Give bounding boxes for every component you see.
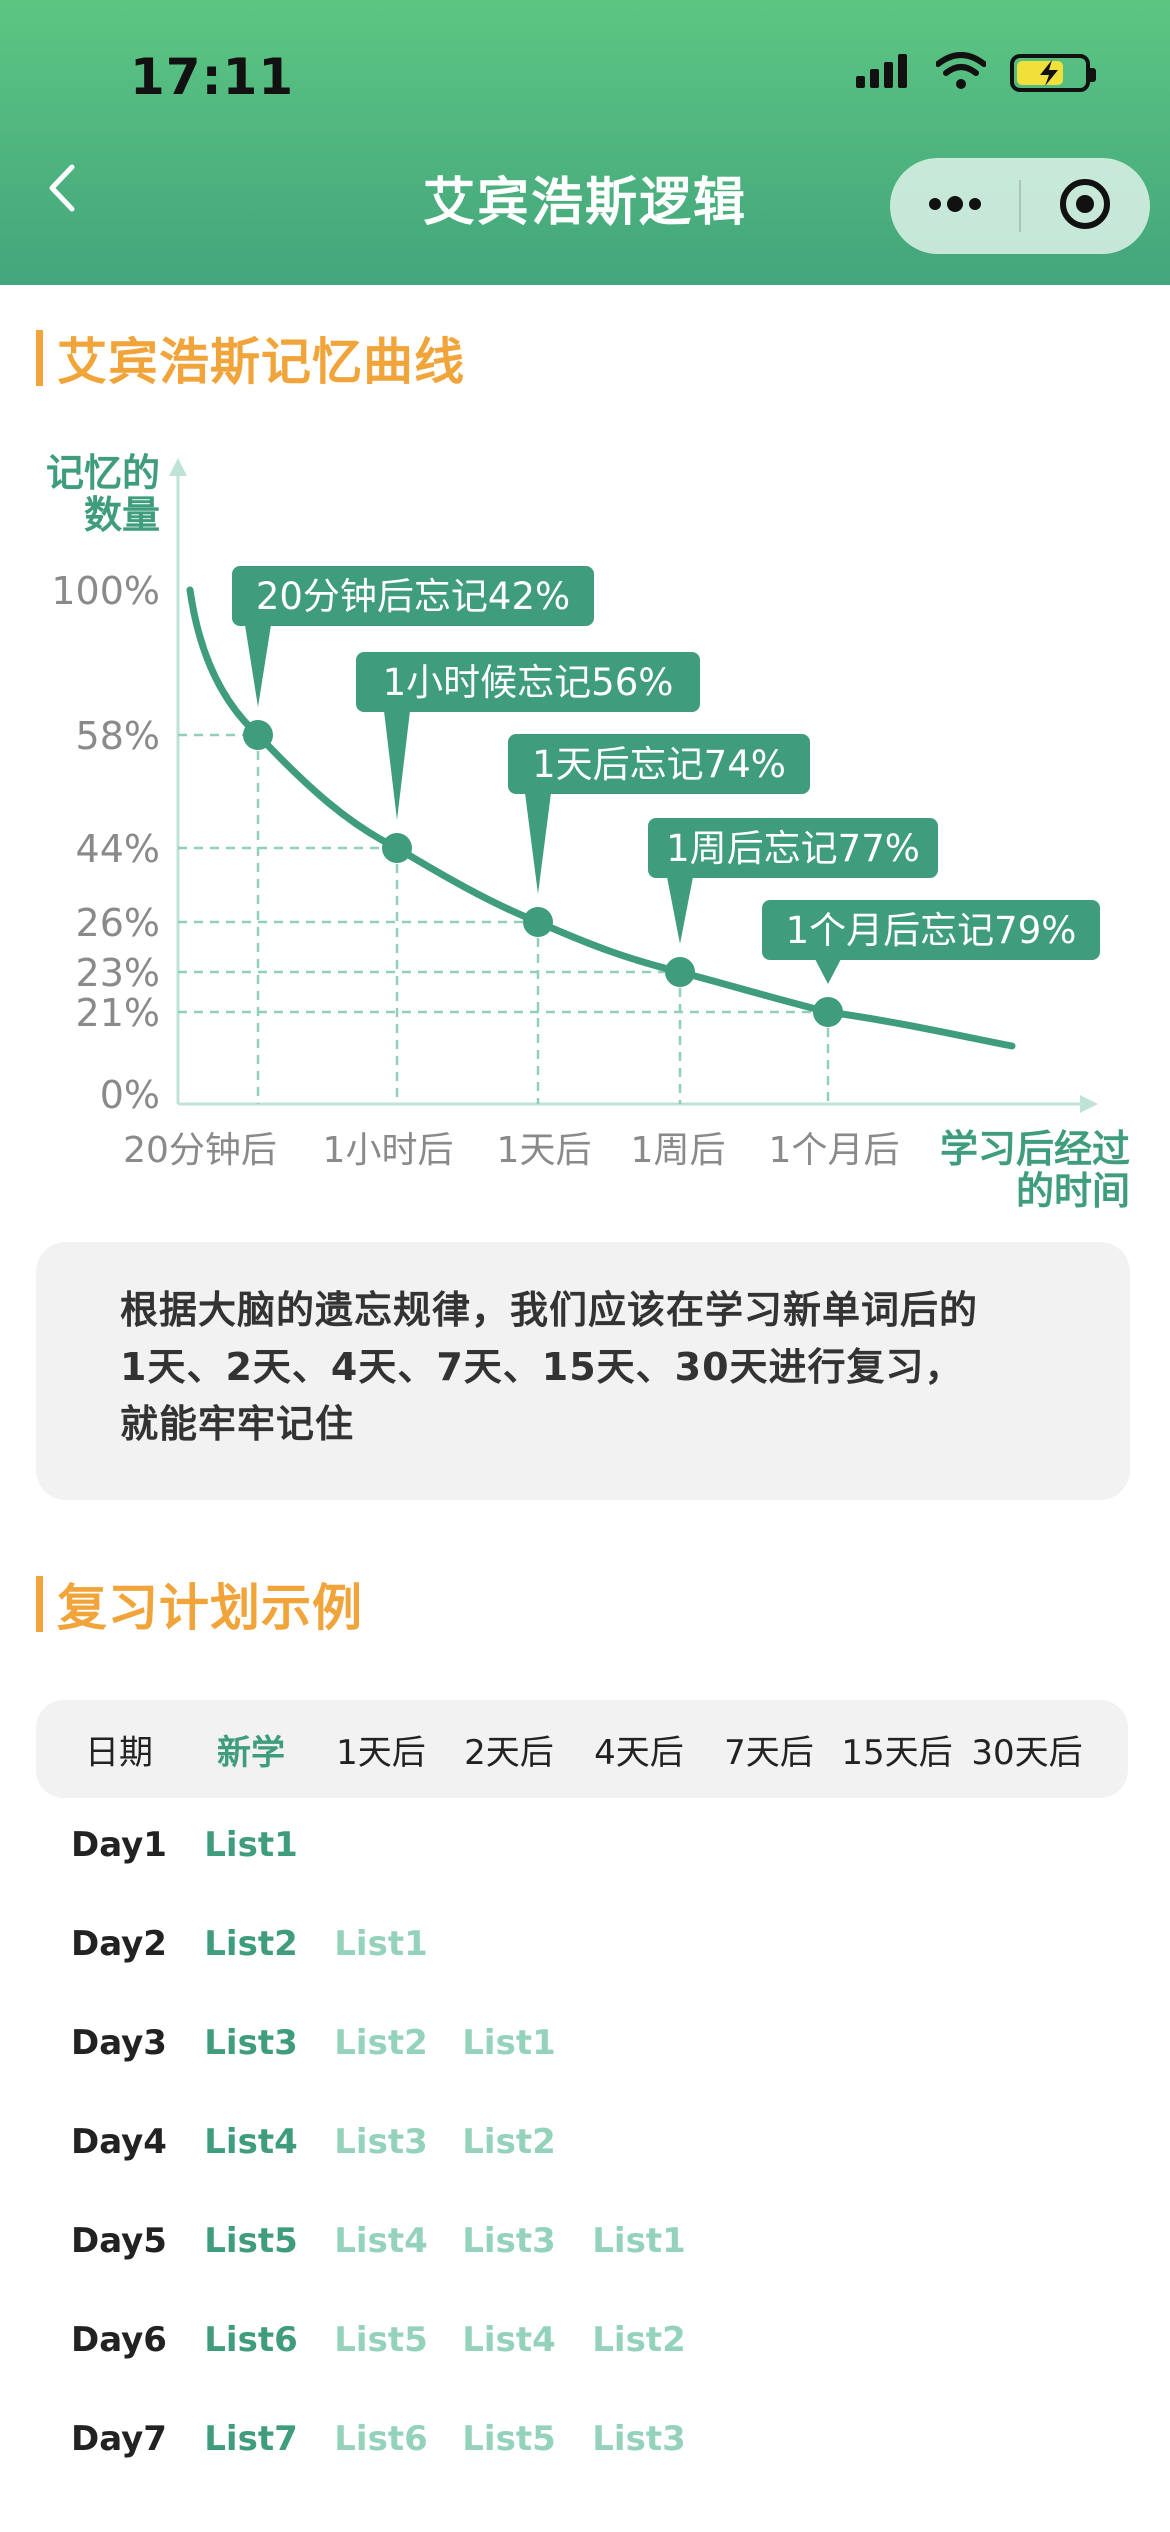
y-tick-label: 44% (76, 827, 160, 871)
x-tick-label: 1天后 (497, 1130, 592, 1171)
annotation-pointer (525, 793, 551, 894)
y-axis-arrow (169, 458, 187, 476)
review-list-cell: List1 (462, 2023, 556, 2063)
note-box: 根据大脑的遗忘规律，我们应该在学习新单词后的 1天、2天、4天、7天、15天、3… (36, 1242, 1130, 1500)
more-button[interactable] (890, 158, 1019, 254)
annotation-pointer (384, 711, 410, 820)
data-point (813, 997, 843, 1027)
section-title-plan: 复习计划示例 (36, 1568, 363, 1640)
x-tick-label: 1小时后 (323, 1130, 454, 1171)
x-tick-label: 1周后 (631, 1130, 726, 1171)
section-title-curve: 艾宾浩斯记忆曲线 (36, 322, 465, 394)
review-list-cell: List3 (334, 2122, 428, 2162)
review-list-cell: List5 (462, 2419, 556, 2459)
annotation-pointer (245, 625, 271, 707)
table-header-cell: 30天后 (971, 1733, 1083, 1773)
x-axis-arrow (1080, 1095, 1098, 1113)
annotation-label: 1天后忘记74% (532, 743, 786, 786)
x-tick-label: 20分钟后 (123, 1130, 277, 1171)
table-header-cell: 日期 (85, 1733, 153, 1773)
review-list-cell: List3 (592, 2419, 686, 2459)
note-line: 根据大脑的遗忘规律，我们应该在学习新单词后的 (120, 1288, 979, 1332)
mini-program-capsule (890, 158, 1150, 254)
new-list-cell: List3 (204, 2023, 298, 2063)
review-list-cell: List2 (462, 2122, 556, 2162)
new-list-cell: List7 (204, 2419, 298, 2459)
section-title-text: 复习计划示例 (57, 1579, 363, 1637)
table-header-cell: 1天后 (336, 1733, 426, 1773)
review-list-cell: List3 (462, 2221, 556, 2261)
y-tick-label: 0% (100, 1073, 160, 1117)
table-header-cell: 2天后 (464, 1733, 554, 1773)
table-row-day: Day2 (71, 1924, 167, 1964)
new-list-cell: List5 (204, 2221, 298, 2261)
y-tick-label: 21% (76, 991, 160, 1035)
table-header-cell: 新学 (217, 1733, 285, 1773)
table-row-day: Day7 (71, 2419, 167, 2459)
table-row-day: Day5 (71, 2221, 167, 2261)
signal-icon (856, 54, 912, 92)
review-list-cell: List1 (592, 2221, 686, 2261)
table-header-cell: 4天后 (594, 1733, 684, 1773)
x-tick-label: 1个月后 (769, 1130, 900, 1171)
forgetting-curve-chart: 100% 58% 44% 26% 23%21% 0% 记忆的数量学习后经过的时间 20分钟后 1… (46, 451, 1130, 1213)
table-row-day: Day3 (71, 2023, 167, 2063)
note-line: 1天、2天、4天、7天、15天、30天进行复习， (120, 1345, 964, 1389)
data-point (523, 907, 553, 937)
new-list-cell: List6 (204, 2320, 298, 2360)
y-axis-label: 数量 (84, 493, 160, 537)
annotation-label: 1周后忘记77% (666, 827, 920, 870)
annotation-label: 20分钟后忘记42% (256, 575, 570, 618)
table-header-cell: 7天后 (724, 1733, 814, 1773)
annotation-pointer (667, 877, 693, 944)
annotation-pointer (815, 959, 841, 984)
more-dots-icon (925, 194, 985, 218)
status-icons (856, 52, 1096, 94)
battery-charging-icon (1010, 54, 1096, 92)
review-list-cell: List2 (592, 2320, 686, 2360)
y-tick-label: 26% (76, 901, 160, 945)
new-list-cell: List4 (204, 2122, 298, 2162)
app-header: 17:11 艾宾浩斯逻辑 (0, 0, 1170, 285)
data-point (243, 720, 273, 750)
y-axis-label: 记忆的 (46, 451, 160, 495)
section-bar (36, 1576, 43, 1632)
close-button[interactable] (1021, 158, 1150, 254)
section-title-text: 艾宾浩斯记忆曲线 (57, 333, 465, 391)
x-axis-label: 的时间 (1016, 1169, 1130, 1213)
new-list-cell: List2 (204, 1924, 298, 1964)
review-list-cell: List4 (334, 2221, 428, 2261)
table-row-day: Day4 (71, 2122, 167, 2162)
review-list-cell: List1 (334, 1924, 428, 1964)
data-point (382, 833, 412, 863)
table-header-cell: 15天后 (841, 1733, 953, 1773)
review-list-cell: List4 (462, 2320, 556, 2360)
wifi-icon (935, 52, 987, 94)
review-list-cell: List6 (334, 2419, 428, 2459)
data-point (665, 957, 695, 987)
new-list-cell: List1 (204, 1825, 298, 1865)
section-bar (36, 330, 43, 386)
table-row-day: Day1 (71, 1825, 167, 1865)
annotation-label: 1小时候忘记56% (383, 661, 674, 704)
review-list-cell: List5 (334, 2320, 428, 2360)
note-line: 就能牢牢记住 (120, 1402, 355, 1446)
y-tick-label: 100% (51, 569, 160, 613)
y-tick-label: 23% (76, 951, 160, 995)
review-list-cell: List2 (334, 2023, 428, 2063)
table-row-day: Day6 (71, 2320, 167, 2360)
x-axis-label: 学习后经过 (940, 1127, 1130, 1171)
status-time: 17:11 (130, 48, 295, 106)
target-circle-icon (1058, 177, 1112, 235)
y-tick-label: 58% (76, 714, 160, 758)
annotation-label: 1个月后忘记79% (786, 909, 1077, 952)
